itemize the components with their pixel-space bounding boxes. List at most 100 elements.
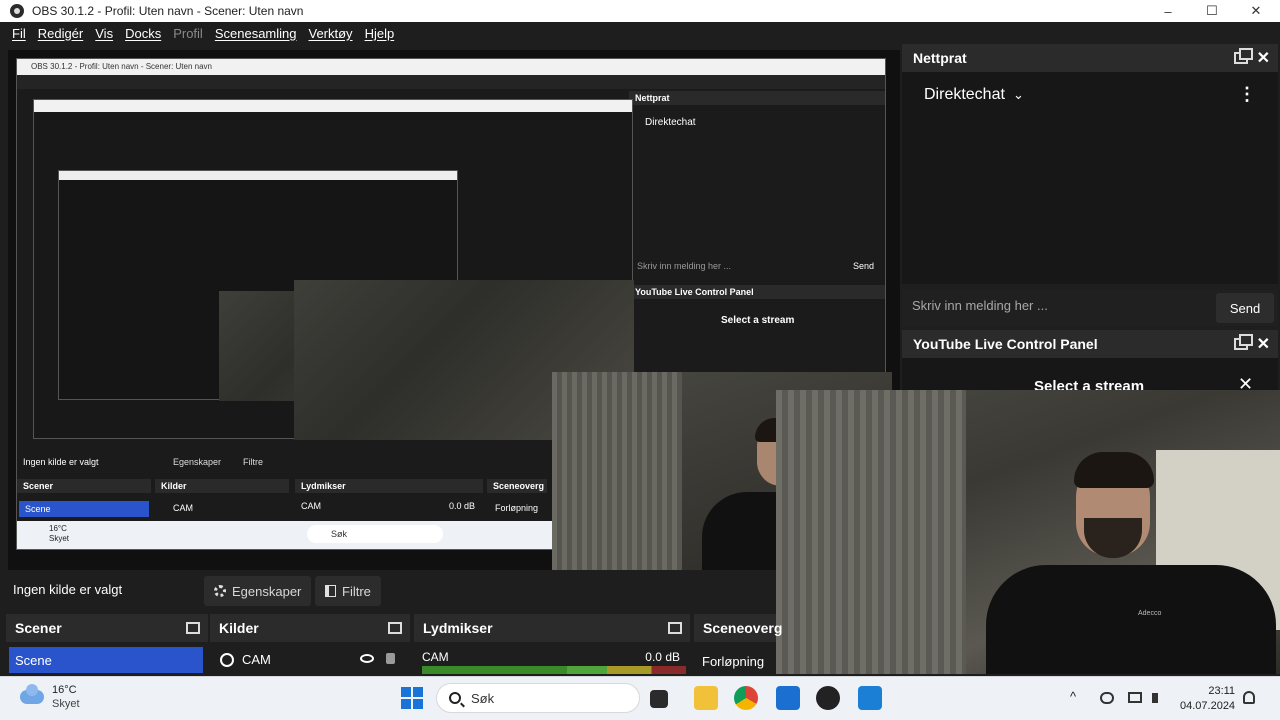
obs-taskbar-icon[interactable]	[816, 686, 840, 710]
source-controls-bar: Ingen kilde er valgt Egenskaper Filtre	[0, 572, 776, 610]
vscode-icon[interactable]	[858, 686, 882, 710]
close-button[interactable]: ✕	[1234, 0, 1278, 22]
window-title: OBS 30.1.2 - Profil: Uten navn - Scener:…	[32, 4, 304, 18]
undock-icon[interactable]	[1234, 334, 1253, 350]
nested-chat-head: Nettprat	[629, 91, 885, 105]
chat-body: Direktechat ⌄ ⋮	[902, 72, 1278, 284]
nested-source-item: CAM	[173, 503, 193, 513]
youtube-dock-title: YouTube Live Control Panel	[913, 336, 1098, 352]
close-icon[interactable]: ✕	[1257, 48, 1270, 68]
weather-condition: Skyet	[52, 698, 80, 710]
menu-hjelp[interactable]: Hjelp	[359, 26, 401, 41]
nested-weather: 16°C Skyet	[49, 524, 69, 544]
nested-bar-3	[59, 171, 457, 180]
maximize-button[interactable]: ☐	[1190, 0, 1234, 22]
nested-sources-head: Kilder	[155, 479, 289, 493]
mixer-channel-name: CAM	[422, 650, 449, 664]
menu-profil[interactable]: Profil	[167, 26, 209, 41]
nested-capture-level-2	[33, 99, 634, 440]
source-name: CAM	[242, 652, 271, 667]
menu-scenesamling[interactable]: Scenesamling	[209, 26, 303, 41]
transitions-panel-header: Sceneoverg	[694, 614, 782, 642]
window-titlebar: OBS 30.1.2 - Profil: Uten navn - Scener:…	[0, 0, 1280, 22]
sources-panel: Kilder CAM	[210, 614, 410, 676]
menu-verktoy[interactable]: Verktøy	[302, 26, 358, 41]
weather-text: 16°C Skyet	[52, 683, 80, 711]
nested-title: OBS 30.1.2 - Profil: Uten navn - Scener:…	[17, 59, 885, 75]
chat-dock-header: Nettprat ✕	[902, 44, 1278, 72]
taskbar-search[interactable]: Søk	[436, 683, 640, 713]
transitions-panel: Sceneoverg Forløpning	[694, 614, 782, 676]
menu-fil[interactable]: Fil	[6, 26, 32, 41]
chat-message-input[interactable]: Skriv inn melding her ...	[912, 298, 1048, 313]
undock-icon[interactable]	[1234, 48, 1253, 64]
lock-icon[interactable]	[386, 653, 395, 664]
weather-widget[interactable]: 16°C Skyet	[20, 683, 80, 711]
windows-start-icon[interactable]	[401, 687, 423, 709]
gear-icon	[214, 585, 226, 597]
chrome-icon[interactable]	[734, 686, 758, 710]
taskbar-clock[interactable]: 23:11 04.07.2024	[1180, 684, 1235, 714]
camera-mid-pillar	[552, 372, 682, 570]
preview-canvas[interactable]: OBS 30.1.2 - Profil: Uten navn - Scener:…	[8, 50, 900, 570]
send-button[interactable]: Send	[1216, 293, 1274, 323]
visibility-eye-icon[interactable]	[360, 654, 374, 663]
camera-person-hair	[1074, 452, 1154, 488]
display-icon[interactable]	[1128, 692, 1142, 703]
volume-meter	[422, 666, 686, 674]
nested-mixer-head: Lydmikser	[295, 479, 483, 493]
nested-transitions-head: Sceneoverg	[487, 479, 547, 493]
nested-no-source: Ingen kilde er valgt	[23, 457, 99, 467]
source-list-item[interactable]: CAM	[220, 652, 406, 667]
undock-icon[interactable]	[186, 622, 200, 634]
volume-icon[interactable]	[1152, 693, 1162, 703]
file-explorer-icon[interactable]	[694, 686, 718, 710]
kebab-menu-icon[interactable]: ⋮	[1238, 84, 1256, 105]
nested-search: Søk	[307, 525, 443, 543]
transition-select[interactable]: Forløpning	[702, 654, 764, 669]
nested-yt-head: YouTube Live Control Panel	[629, 285, 885, 299]
camera-icon	[220, 652, 234, 667]
minimize-button[interactable]: –	[1146, 0, 1190, 22]
search-icon	[449, 692, 461, 704]
menu-docks[interactable]: Docks	[119, 26, 167, 41]
nested-menubar	[17, 75, 885, 89]
filter-icon	[325, 585, 336, 597]
notification-bell-icon[interactable]	[1243, 691, 1255, 704]
camera-feed: Adecco	[776, 390, 1280, 674]
tray-overflow-icon[interactable]: ^	[1070, 689, 1076, 704]
nested-mixer-channel: CAM	[301, 501, 321, 511]
filters-button[interactable]: Filtre	[315, 576, 381, 606]
nested-bar-2	[34, 100, 632, 112]
search-label: Søk	[471, 690, 495, 706]
nested-weather-cond: Skyet	[49, 534, 70, 543]
nested-chat-mode: Direktechat	[645, 117, 696, 128]
transitions-title: Sceneoverg	[703, 620, 783, 636]
nested-filters: Filtre	[243, 457, 263, 467]
menu-bar: Fil Redigér Vis Docks Profil Scenesamlin…	[0, 22, 1280, 44]
undock-icon[interactable]	[388, 622, 402, 634]
obs-app-icon	[10, 4, 24, 18]
menu-rediger[interactable]: Redigér	[32, 26, 90, 41]
nested-scenes-head: Scener	[17, 479, 151, 493]
nested-mixer-db: 0.0 dB	[449, 501, 476, 511]
properties-button[interactable]: Egenskaper	[204, 576, 312, 606]
close-icon[interactable]: ✕	[1257, 334, 1270, 354]
nested-scene-item: Scene	[19, 501, 149, 517]
scenes-panel-header: Scener	[6, 614, 208, 642]
store-icon[interactable]	[776, 686, 800, 710]
task-view-icon[interactable]	[650, 690, 668, 708]
chat-mode-dropdown[interactable]: Direktechat ⌄	[924, 86, 1024, 104]
chat-mode-label: Direktechat	[924, 86, 1005, 103]
chat-dock: Nettprat ✕	[902, 44, 1278, 72]
cloud-sync-icon[interactable]	[1100, 692, 1114, 704]
youtube-dock-header: YouTube Live Control Panel ✕	[902, 330, 1278, 358]
menu-vis[interactable]: Vis	[89, 26, 119, 41]
windows-taskbar: 16°C Skyet Søk ^ 23:11 04.07.2024	[0, 676, 1280, 720]
undock-icon[interactable]	[668, 622, 682, 634]
chevron-down-icon: ⌄	[1009, 87, 1024, 102]
clock-time: 23:11	[1208, 685, 1236, 697]
properties-label: Egenskaper	[232, 583, 302, 599]
nested-send: Send	[853, 261, 875, 271]
scene-list-item[interactable]: Scene	[9, 647, 203, 673]
